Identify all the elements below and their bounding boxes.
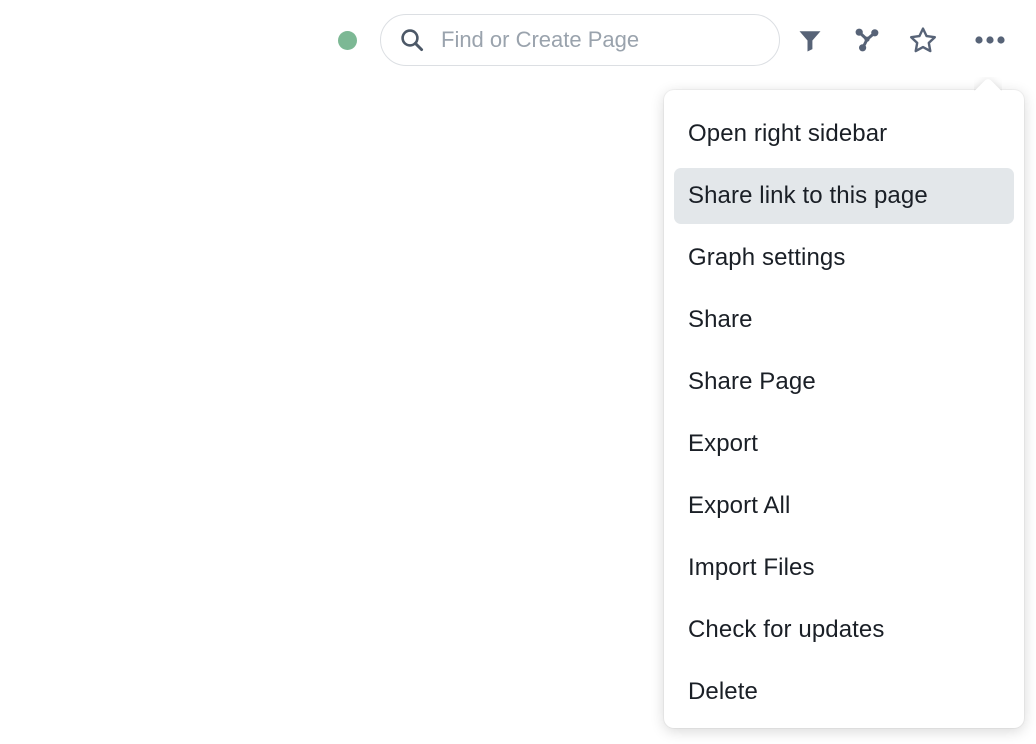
- menu-item[interactable]: Share Page: [674, 354, 1014, 410]
- filter-icon[interactable]: [788, 18, 832, 62]
- app-root: Open right sidebar Share link to this pag…: [0, 0, 1036, 744]
- graph-icon[interactable]: [845, 18, 889, 62]
- menu-item[interactable]: Open right sidebar: [674, 106, 1014, 162]
- top-toolbar: [0, 0, 1036, 80]
- more-options-menu: Open right sidebar Share link to this pag…: [664, 90, 1024, 728]
- menu-item[interactable]: Export All: [674, 478, 1014, 534]
- search-bar[interactable]: [380, 14, 780, 66]
- menu-item[interactable]: Import Files: [674, 540, 1014, 596]
- menu-item[interactable]: Share: [674, 292, 1014, 348]
- menu-caret: [974, 77, 1002, 91]
- menu-item[interactable]: Delete: [674, 664, 1014, 720]
- menu-item[interactable]: Check for updates: [674, 602, 1014, 658]
- search-icon: [399, 27, 425, 53]
- search-input[interactable]: [441, 15, 779, 65]
- sync-status-dot: [338, 31, 357, 50]
- menu-item[interactable]: Share link to this page: [674, 168, 1014, 224]
- menu-item[interactable]: Graph settings: [674, 230, 1014, 286]
- star-icon[interactable]: [901, 18, 945, 62]
- menu-list: Open right sidebar Share link to this pag…: [664, 106, 1024, 720]
- menu-item[interactable]: Export: [674, 416, 1014, 472]
- more-icon[interactable]: [968, 18, 1012, 62]
